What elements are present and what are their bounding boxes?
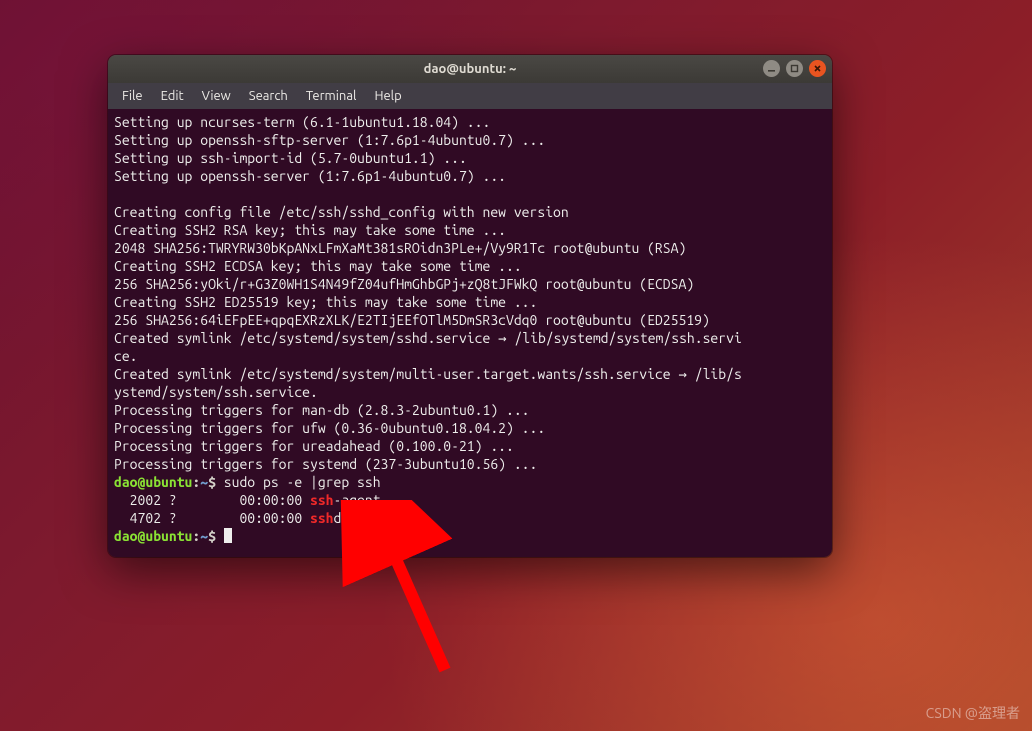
grep-highlight: ssh: [310, 510, 334, 526]
output-line: Processing triggers for systemd (237-3ub…: [114, 456, 537, 472]
window-title: dao@ubuntu: ~: [424, 62, 517, 76]
output-line: 256 SHA256:yOki/r+G3Z0WH1S4N49fZ04ufHmGh…: [114, 276, 694, 292]
prompt-path: ~: [200, 474, 208, 490]
window-controls: [763, 60, 826, 77]
terminal-window: dao@ubuntu: ~ File Edit View Search Term…: [108, 55, 832, 557]
output-line: Created symlink /etc/systemd/system/sshd…: [114, 330, 742, 346]
output-line: Creating SSH2 ECDSA key; this may take s…: [114, 258, 522, 274]
desktop-background: dao@ubuntu: ~ File Edit View Search Term…: [0, 0, 1032, 731]
menu-search[interactable]: Search: [241, 87, 296, 105]
prompt-path: ~: [200, 528, 208, 544]
menu-terminal[interactable]: Terminal: [298, 87, 365, 105]
output-line: ce.: [114, 348, 138, 364]
titlebar[interactable]: dao@ubuntu: ~: [108, 55, 832, 83]
output-line: 256 SHA256:64iEFpEE+qpqEXRzXLK/E2TIjEEfO…: [114, 312, 710, 328]
ps-row: 4702 ? 00:00:00: [114, 510, 310, 526]
output-line: Processing triggers for ufw (0.36-0ubunt…: [114, 420, 545, 436]
prompt-dollar: $: [208, 528, 216, 544]
output-line: Setting up ncurses-term (6.1-1ubuntu1.18…: [114, 114, 490, 130]
grep-highlight: ssh: [310, 492, 334, 508]
output-line: Creating SSH2 RSA key; this may take som…: [114, 222, 506, 238]
output-line: ystemd/system/ssh.service.: [114, 384, 318, 400]
prompt-userhost: dao@ubuntu: [114, 528, 192, 544]
ps-row: d: [334, 510, 342, 526]
output-line: Creating SSH2 ED25519 key; this may take…: [114, 294, 537, 310]
ps-row: 2002 ? 00:00:00: [114, 492, 310, 508]
menu-edit[interactable]: Edit: [153, 87, 192, 105]
menu-file[interactable]: File: [114, 87, 151, 105]
watermark: CSDN @盗理者: [926, 703, 1020, 723]
output-line: Setting up openssh-server (1:7.6p1-4ubun…: [114, 168, 506, 184]
prompt-userhost: dao@ubuntu: [114, 474, 192, 490]
prompt-dollar: $: [208, 474, 216, 490]
output-line: Setting up openssh-sftp-server (1:7.6p1-…: [114, 132, 545, 148]
minimize-button[interactable]: [763, 60, 780, 77]
menubar: File Edit View Search Terminal Help: [108, 83, 832, 109]
output-line: Processing triggers for man-db (2.8.3-2u…: [114, 402, 530, 418]
maximize-button[interactable]: [786, 60, 803, 77]
output-line: Creating config file /etc/ssh/sshd_confi…: [114, 204, 569, 220]
terminal-body[interactable]: Setting up ncurses-term (6.1-1ubuntu1.18…: [108, 109, 832, 557]
output-line: Created symlink /etc/systemd/system/mult…: [114, 366, 742, 382]
cursor: [224, 528, 232, 543]
ps-row: -agent: [334, 492, 381, 508]
output-line: 2048 SHA256:TWRYRW30bKpANxLFmXaMt381sROi…: [114, 240, 686, 256]
close-button[interactable]: [809, 60, 826, 77]
output-line: Processing triggers for ureadahead (0.10…: [114, 438, 514, 454]
menu-help[interactable]: Help: [366, 87, 409, 105]
output-line: Setting up ssh-import-id (5.7-0ubuntu1.1…: [114, 150, 467, 166]
menu-view[interactable]: View: [194, 87, 239, 105]
command-text: sudo ps -e |grep ssh: [216, 474, 381, 490]
